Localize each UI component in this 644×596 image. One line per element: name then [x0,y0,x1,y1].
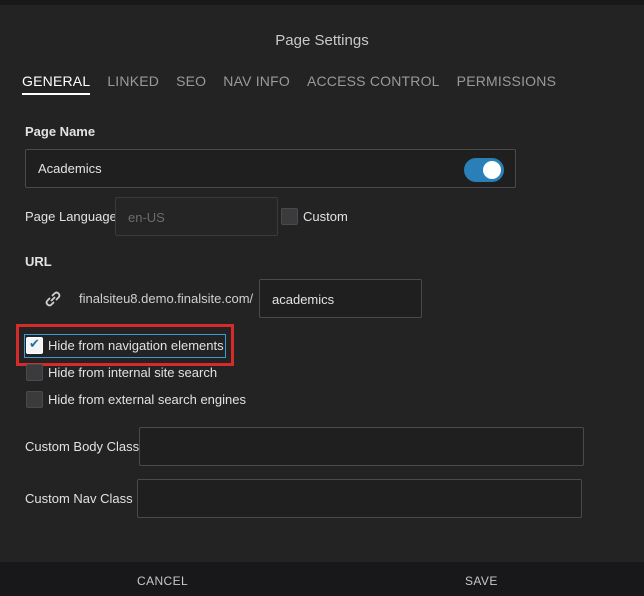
tab-access-control[interactable]: ACCESS CONTROL [307,73,440,95]
page-name-value: Academics [38,161,102,176]
save-button[interactable]: SAVE [465,574,498,588]
tab-linked[interactable]: LINKED [107,73,159,95]
link-icon [45,291,61,307]
dialog-title: Page Settings [275,32,369,49]
hide-from-navigation-label: Hide from navigation elements [48,338,224,353]
custom-language-checkbox[interactable] [281,208,298,225]
tab-bar: GENERAL LINKED SEO NAV INFO ACCESS CONTR… [22,73,573,95]
tab-nav-info[interactable]: NAV INFO [223,73,290,95]
hide-from-internal-search-checkbox[interactable] [26,364,43,381]
page-language-field[interactable]: en-US [115,197,278,236]
custom-nav-class-field[interactable] [137,479,582,518]
page-visibility-toggle[interactable] [464,158,504,182]
toggle-knob [483,161,501,179]
tab-seo[interactable]: SEO [176,73,206,95]
dialog-footer: CANCEL SAVE [0,562,644,596]
page-language-label: Page Language [25,209,117,224]
custom-body-class-field[interactable] [139,427,584,466]
custom-language-label: Custom [303,209,348,224]
page-name-field[interactable]: Academics [25,149,516,188]
url-slug-value: academics [272,292,335,307]
hide-from-external-search-label: Hide from external search engines [48,392,246,407]
page-name-label: Page Name [25,124,96,139]
custom-body-class-label: Custom Body Class [25,439,140,454]
hide-from-internal-search-label: Hide from internal site search [48,365,218,380]
page-language-placeholder: en-US [128,210,165,225]
cancel-button[interactable]: CANCEL [137,574,188,588]
url-slug-field[interactable]: academics [259,279,422,318]
custom-nav-class-label: Custom Nav Class [25,491,133,506]
hide-from-navigation-checkbox[interactable] [26,337,43,354]
url-label: URL [25,254,52,269]
hide-from-external-search-checkbox[interactable] [26,391,43,408]
page-settings-dialog: Page Settings GENERAL LINKED SEO NAV INF… [0,0,644,596]
tab-general[interactable]: GENERAL [22,73,91,95]
tab-permissions[interactable]: PERMISSIONS [457,73,556,95]
url-domain: finalsiteu8.demo.finalsite.com/ [79,291,254,306]
